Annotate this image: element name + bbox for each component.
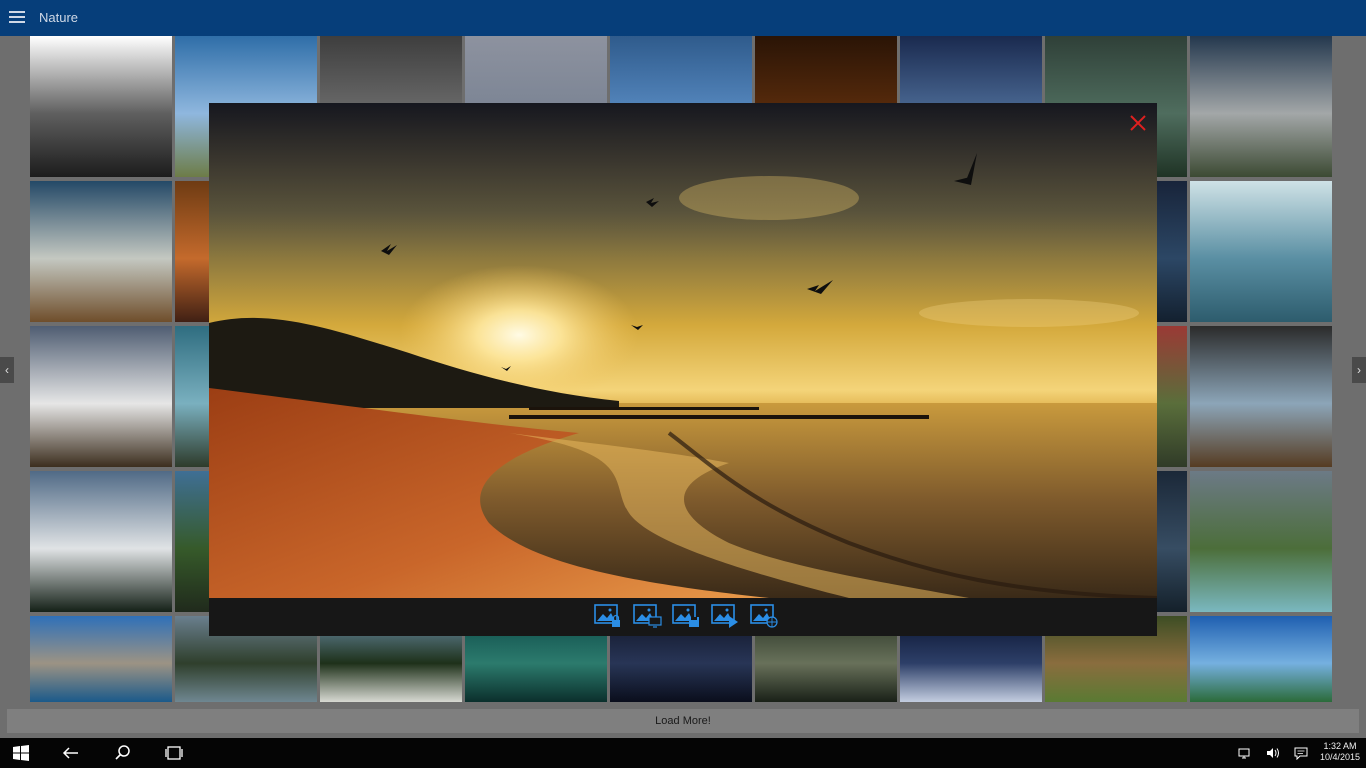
thumbnail-tile[interactable] <box>1190 616 1332 702</box>
image-viewer <box>209 103 1157 636</box>
volume-icon[interactable] <box>1266 746 1280 760</box>
thumbnail-tile[interactable] <box>30 181 172 322</box>
clock-time: 1:32 AM <box>1323 741 1357 751</box>
app-title-bar: Nature <box>0 0 1366 36</box>
network-icon[interactable] <box>1238 746 1252 760</box>
taskbar-clock[interactable]: 1:32 AM 10/4/2015 <box>1317 741 1363 763</box>
next-page-button[interactable]: › <box>1352 357 1366 383</box>
windows-start-icon[interactable] <box>12 745 30 761</box>
thumbnail-tile[interactable] <box>1190 181 1332 322</box>
page-title: Nature <box>39 10 79 25</box>
image-play-icon <box>711 604 738 628</box>
share-image-button[interactable] <box>749 602 781 632</box>
notification-icon[interactable] <box>1294 746 1308 760</box>
thumbnail-tile[interactable] <box>30 471 172 612</box>
thumbnail-tile[interactable] <box>30 616 172 702</box>
image-save-icon <box>672 604 699 627</box>
viewer-toolbar <box>209 598 1157 636</box>
chevron-right-icon: › <box>1357 363 1361 377</box>
thumbnail-tile[interactable] <box>1190 471 1332 612</box>
set-background-button[interactable] <box>632 602 664 632</box>
close-icon <box>1130 115 1146 131</box>
image-lock-icon <box>594 604 620 627</box>
lock-screen-button[interactable] <box>593 602 625 632</box>
task-view-icon[interactable] <box>165 745 183 761</box>
viewer-image <box>209 103 1157 598</box>
image-globe-icon <box>750 604 778 628</box>
close-viewer-button[interactable] <box>1127 112 1149 134</box>
back-arrow-icon[interactable] <box>62 745 80 761</box>
load-more-button[interactable]: Load More! <box>7 709 1359 733</box>
clock-date: 10/4/2015 <box>1319 752 1361 762</box>
thumbnail-tile[interactable] <box>1190 36 1332 177</box>
thumbnail-tile[interactable] <box>1190 326 1332 467</box>
save-image-button[interactable] <box>671 602 703 632</box>
chevron-left-icon: ‹ <box>5 363 9 377</box>
thumbnail-tile[interactable] <box>30 326 172 467</box>
hamburger-menu-icon[interactable] <box>9 11 25 23</box>
slideshow-button[interactable] <box>710 602 742 632</box>
search-icon[interactable] <box>114 745 132 761</box>
image-desktop-icon <box>633 604 662 628</box>
windows-taskbar: 1:32 AM 10/4/2015 <box>0 738 1366 768</box>
previous-page-button[interactable]: ‹ <box>0 357 14 383</box>
thumbnail-tile[interactable] <box>30 36 172 177</box>
